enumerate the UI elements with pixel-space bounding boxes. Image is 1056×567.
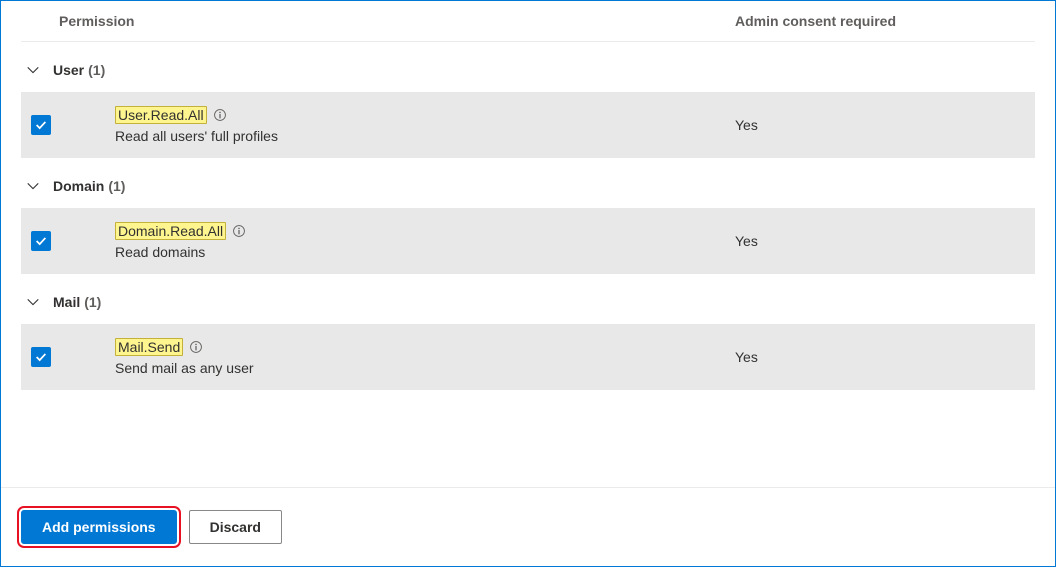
checkbox[interactable]	[31, 115, 51, 135]
footer-actions: Add permissions Discard	[1, 487, 1055, 566]
discard-button[interactable]: Discard	[189, 510, 282, 544]
header-permission: Permission	[59, 13, 735, 29]
group-count: (1)	[108, 178, 125, 194]
group-header-user[interactable]: User (1)	[21, 42, 1035, 92]
permission-consent: Yes	[735, 349, 1035, 365]
group-label: User	[53, 62, 84, 78]
permission-description: Read all users' full profiles	[115, 128, 707, 144]
group-label: Domain	[53, 178, 104, 194]
chevron-down-icon	[25, 62, 41, 78]
add-permissions-button[interactable]: Add permissions	[21, 510, 177, 544]
group-count: (1)	[84, 294, 101, 310]
permission-description: Send mail as any user	[115, 360, 707, 376]
info-icon[interactable]	[189, 340, 203, 354]
chevron-down-icon	[25, 178, 41, 194]
group-header-domain[interactable]: Domain (1)	[21, 158, 1035, 208]
permission-consent: Yes	[735, 233, 1035, 249]
group-count: (1)	[88, 62, 105, 78]
checkbox[interactable]	[31, 347, 51, 367]
checkbox[interactable]	[31, 231, 51, 251]
group-header-mail[interactable]: Mail (1)	[21, 274, 1035, 324]
table-header: Permission Admin consent required	[21, 1, 1035, 42]
permission-name: Mail.Send	[115, 338, 183, 356]
header-consent: Admin consent required	[735, 13, 1035, 29]
permission-name: User.Read.All	[115, 106, 207, 124]
permission-row: Domain.Read.All Read domains Yes	[21, 208, 1035, 274]
group-label: Mail	[53, 294, 80, 310]
permission-row: Mail.Send Send mail as any user Yes	[21, 324, 1035, 390]
permission-description: Read domains	[115, 244, 707, 260]
info-icon[interactable]	[213, 108, 227, 122]
chevron-down-icon	[25, 294, 41, 310]
info-icon[interactable]	[232, 224, 246, 238]
permission-consent: Yes	[735, 117, 1035, 133]
permission-row: User.Read.All Read all users' full profi…	[21, 92, 1035, 158]
permission-name: Domain.Read.All	[115, 222, 226, 240]
